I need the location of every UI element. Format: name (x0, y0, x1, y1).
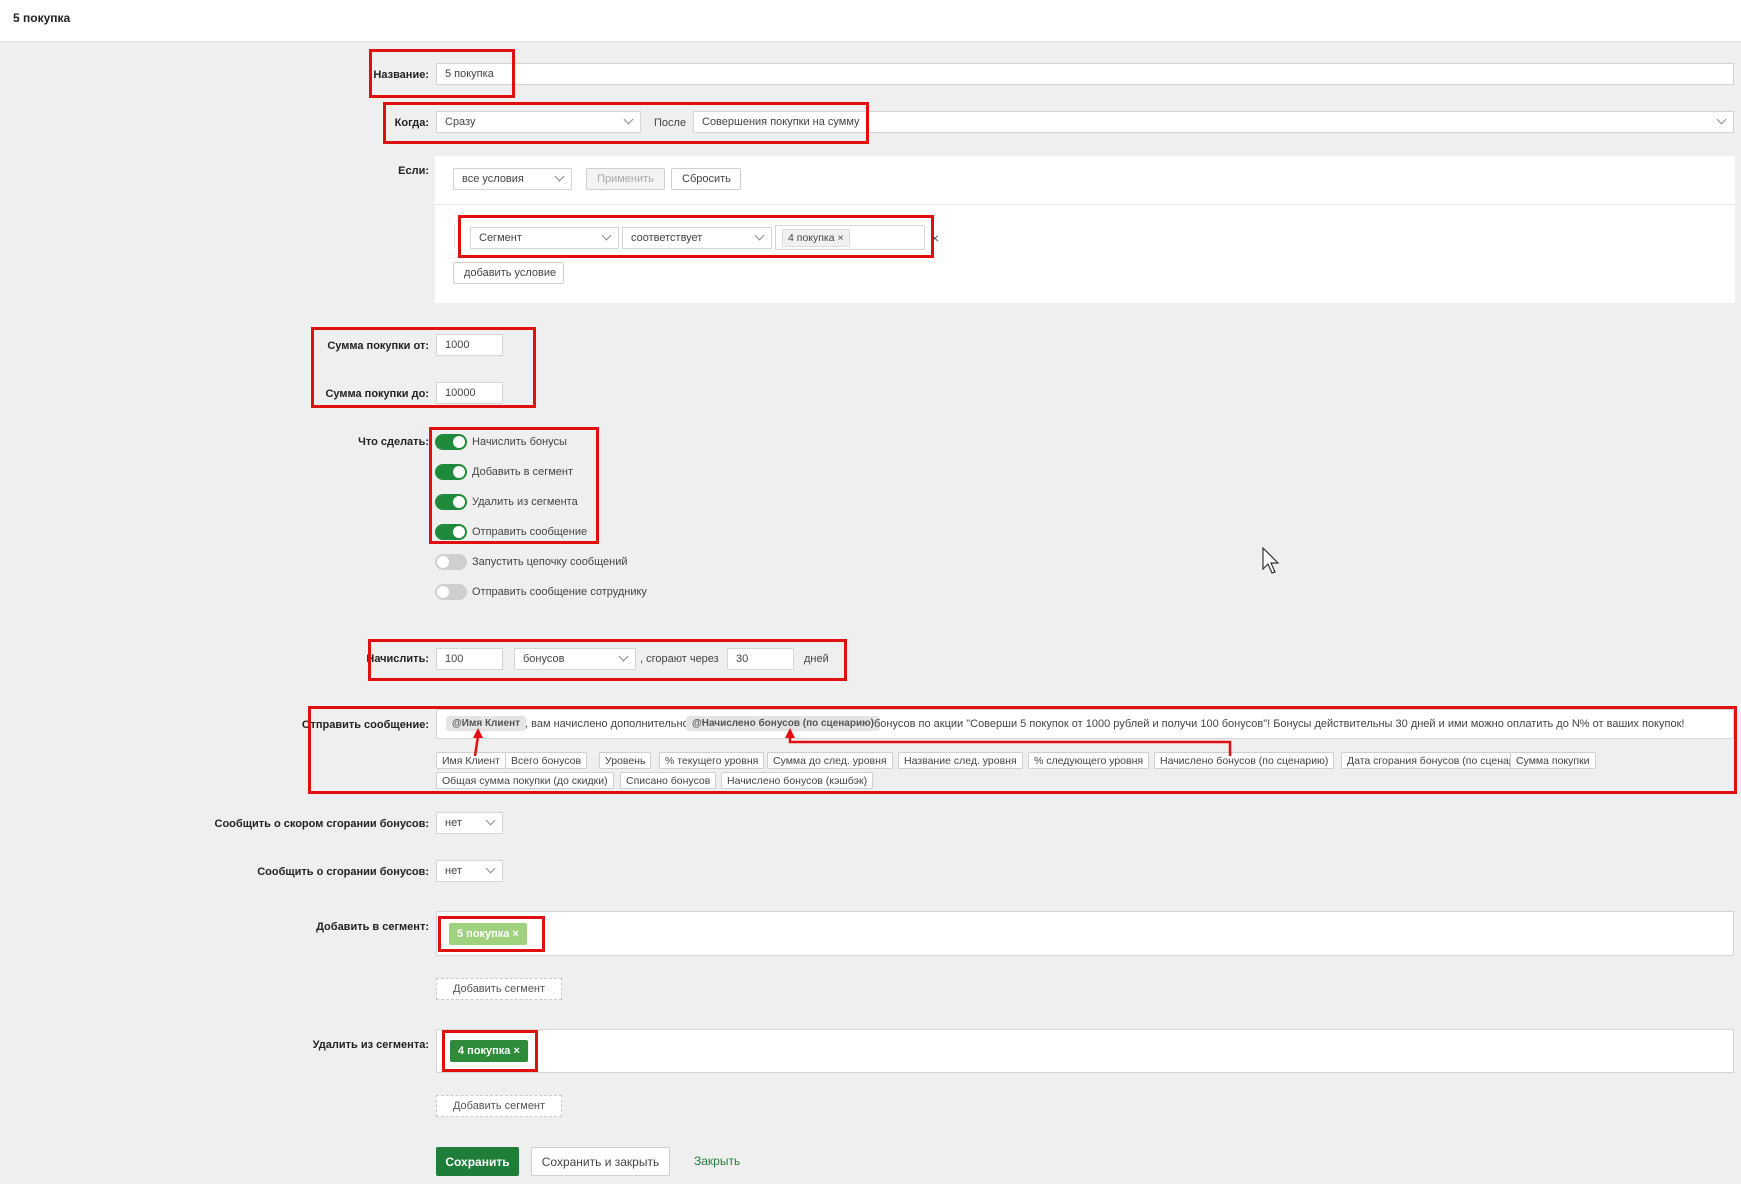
notify-soon-select[interactable]: нет (436, 812, 503, 834)
condition-value-input[interactable]: 4 покупка × (775, 225, 925, 250)
save-button[interactable]: Сохранить (436, 1147, 519, 1176)
remove-condition-icon[interactable]: × (931, 230, 939, 246)
action-toggle[interactable] (435, 524, 467, 540)
action-toggle-label: Запустить цепочку сообщений (472, 556, 628, 568)
notify-burn-select[interactable]: нет (436, 860, 503, 882)
add-segment-tag: 5 покупка × (449, 923, 527, 945)
condition-divider (454, 224, 455, 248)
conditions-mode-select[interactable]: все условия (453, 168, 572, 190)
chevron-down-icon (1716, 114, 1727, 125)
notify-burn-value: нет (445, 865, 462, 877)
accrue-label: Начислить: (366, 653, 429, 665)
accrue-unit-select[interactable]: бонусов (514, 648, 636, 670)
when-select-value: Сразу (445, 116, 476, 128)
action-toggle[interactable] (435, 554, 467, 570)
reset-button[interactable]: Сбросить (671, 168, 741, 190)
chevron-down-icon (485, 863, 496, 874)
notify-soon-value: нет (445, 817, 462, 829)
sum-to-input[interactable]: 10000 (436, 382, 503, 404)
when-label: Когда: (394, 117, 429, 129)
chevron-down-icon (601, 230, 612, 241)
name-input[interactable]: 5 покупка (436, 63, 1734, 85)
remove-segment-field[interactable] (436, 1029, 1734, 1073)
chevron-down-icon (754, 230, 765, 241)
when-select[interactable]: Сразу (436, 111, 641, 133)
name-label: Название: (373, 69, 429, 81)
conditions-mode-value: все условия (462, 173, 524, 185)
message-variable-chip[interactable]: Сумма покупки (1510, 752, 1596, 769)
after-select-value: Совершения покупки на сумму (702, 116, 860, 128)
apply-button[interactable]: Применить (586, 168, 665, 190)
conditions-body-panel (435, 205, 1735, 303)
days-label: дней (804, 653, 829, 665)
conditions-label: Если: (398, 165, 429, 177)
message-variable-chip[interactable]: Списано бонусов (620, 772, 717, 789)
add-segment-field[interactable] (436, 911, 1734, 956)
message-variable-chip[interactable]: Общая сумма покупки (до скидки) (436, 772, 614, 789)
accrue-unit-value: бонусов (523, 653, 565, 665)
message-variable-chip[interactable]: Начислено бонусов (кэшбэк) (721, 772, 874, 789)
action-toggle[interactable] (435, 584, 467, 600)
action-toggle[interactable] (435, 464, 467, 480)
condition-value-tag: 4 покупка × (782, 229, 850, 247)
burn-days-input[interactable]: 30 (727, 648, 794, 670)
action-toggle[interactable] (435, 434, 467, 450)
action-toggle-label: Отправить сообщение (472, 526, 588, 538)
chevron-down-icon (485, 815, 496, 826)
condition-op-value: соответствует (631, 232, 703, 244)
burn-text: , сгорают через (640, 653, 719, 665)
page-title: 5 покупка (13, 11, 71, 25)
message-variable-chip[interactable]: Дата сгорания бонусов (по сценарию) (1341, 752, 1538, 769)
save-close-button[interactable]: Сохранить и закрыть (531, 1147, 670, 1176)
after-label: После (654, 117, 687, 129)
close-icon[interactable]: × (514, 1045, 520, 1057)
arrow-to-bonus-tag (785, 728, 1232, 756)
after-select[interactable]: Совершения покупки на сумму (693, 111, 1734, 133)
add-condition-button[interactable]: добавить условие (453, 262, 564, 284)
add-segment-tag-text: 5 покупка (457, 928, 510, 940)
sum-from-input[interactable]: 1000 (436, 334, 503, 356)
action-toggle-label: Удалить из сегмента (472, 496, 578, 508)
add-segment-button[interactable]: Добавить сегмент (436, 978, 562, 1000)
chevron-down-icon (623, 114, 634, 125)
top-bar: 5 покупка (0, 0, 1741, 42)
close-icon[interactable]: × (513, 928, 519, 940)
remove-segment-label: Удалить из сегмента: (312, 1039, 429, 1051)
remove-segment-tag: 4 покупка × (450, 1040, 528, 1062)
condition-field-select[interactable]: Сегмент (470, 227, 619, 249)
condition-op-select[interactable]: соответствует (622, 227, 772, 249)
actions-label: Что сделать: (358, 436, 429, 448)
notify-soon-label: Сообщить о скором сгорании бонусов: (214, 818, 429, 830)
close-link[interactable]: Закрыть (694, 1154, 740, 1168)
chevron-down-icon (618, 651, 629, 662)
toggle-knob (453, 496, 465, 508)
chevron-down-icon (554, 171, 565, 182)
toggle-knob (453, 436, 465, 448)
toggle-knob (453, 526, 465, 538)
action-toggle[interactable] (435, 494, 467, 510)
remove-segment-add-button[interactable]: Добавить сегмент (436, 1095, 562, 1117)
action-toggle-label: Отправить сообщение сотруднику (472, 586, 647, 598)
mouse-cursor-icon (1262, 547, 1280, 574)
notify-burn-label: Сообщить о сгорании бонусов: (257, 866, 429, 878)
close-icon[interactable]: × (838, 232, 844, 244)
condition-field-value: Сегмент (479, 232, 522, 244)
message-label: Отправить сообщение: (301, 719, 429, 731)
sum-from-label: Сумма покупки от: (327, 340, 429, 352)
sum-to-label: Сумма покупки до: (325, 388, 429, 400)
toggle-knob (437, 586, 449, 598)
toggle-knob (453, 466, 465, 478)
remove-segment-tag-text: 4 покупка (458, 1045, 511, 1057)
action-toggle-label: Начислить бонусы (472, 436, 567, 448)
condition-value-tag-text: 4 покупка (788, 232, 835, 244)
toggle-knob (437, 556, 449, 568)
action-toggle-label: Добавить в сегмент (472, 466, 573, 478)
arrow-to-name-tag (473, 728, 483, 757)
add-segment-label: Добавить в сегмент: (316, 921, 429, 933)
annotation-arrows (473, 728, 1232, 757)
accrue-amount-input[interactable]: 100 (436, 648, 503, 670)
